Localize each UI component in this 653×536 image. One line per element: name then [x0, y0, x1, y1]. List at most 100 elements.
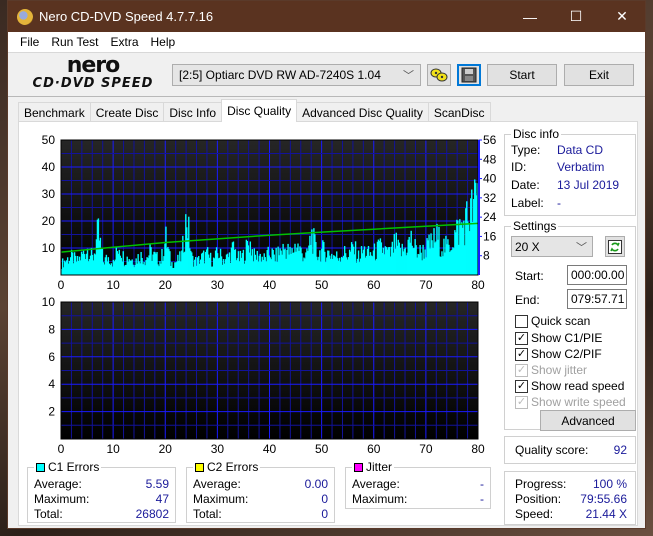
- speed-select[interactable]: 20 X ﹀: [511, 236, 593, 257]
- advanced-button[interactable]: Advanced: [540, 410, 636, 431]
- quality-score-group: Quality score: 92: [504, 436, 636, 464]
- drive-info-button[interactable]: [427, 64, 451, 86]
- logo-nero-text: nero: [66, 53, 121, 78]
- c1-maximum-value: 47: [155, 492, 169, 506]
- close-button[interactable]: ✕: [599, 1, 645, 32]
- jitter-average-row: Average: -: [352, 477, 484, 492]
- save-button[interactable]: [457, 64, 481, 86]
- show-read-speed-checkbox[interactable]: ✓ Show read speed: [515, 379, 624, 393]
- c1-chart: 10 20 30 40 50 0 10 20 30 40 50 60 70 80 8 16 24 32 40 48 56: [27, 130, 507, 290]
- drive-select-value: [2:5] Optiarc DVD RW AD-7240S 1.04: [179, 68, 381, 82]
- logo-cd-dvd-speed-text: CD·DVD SPEED: [32, 76, 154, 91]
- c1-average-row: Average: 5.59: [34, 477, 169, 492]
- x-tick-label: 30: [211, 442, 225, 456]
- start-time-input[interactable]: 000:00.00: [567, 265, 627, 285]
- c2-average-label: Average:: [193, 477, 241, 491]
- floppy-disk-icon: [461, 67, 477, 83]
- x-tick-label: 80: [471, 442, 485, 456]
- c1-total-row: Total: 26802: [34, 507, 169, 522]
- x-tick-label: 10: [106, 278, 120, 290]
- checkbox-label: Show write speed: [531, 395, 626, 409]
- c2-average-value: 0.00: [304, 477, 328, 491]
- speed-select-value: 20 X: [515, 239, 540, 254]
- c2-total-value: 0: [321, 507, 328, 521]
- disc-id-value: Verbatim: [557, 160, 605, 174]
- c1-errors-title: C1 Errors: [34, 460, 102, 474]
- y2-tick-label: 40: [483, 172, 497, 186]
- nero-logo: nero CD·DVD SPEED: [18, 53, 168, 96]
- c1-errors-group: C1 Errors Average: 5.59 Maximum: 47 Total:…: [27, 460, 176, 523]
- x-tick-label: 60: [367, 278, 381, 290]
- end-time-input[interactable]: 079:57.71: [567, 289, 627, 309]
- maximize-button[interactable]: ☐: [553, 1, 599, 32]
- quality-score-value: 92: [613, 443, 627, 457]
- x-tick-label: 10: [106, 442, 120, 456]
- quality-score-label: Quality score:: [515, 443, 589, 457]
- nero-app-icon: [17, 8, 33, 25]
- checkbox-label: Quick scan: [531, 314, 591, 328]
- jitter-average-value: -: [480, 477, 484, 491]
- checkmark-icon: ✓: [515, 395, 528, 409]
- c2-maximum-label: Maximum:: [193, 492, 249, 506]
- menu-extra[interactable]: Extra: [104, 35, 144, 49]
- c1-chart-svg: 10 20 30 40 50 0 10 20 30 40 50 60 70 80 8 16 24 32 40 48 56: [42, 133, 497, 290]
- menu-run-test[interactable]: Run Test: [45, 35, 104, 49]
- tab-scandisc[interactable]: ScanDisc: [427, 102, 491, 122]
- c1-total-value: 26802: [135, 507, 169, 521]
- exit-button[interactable]: Exit: [564, 64, 634, 86]
- chevron-down-icon: ﹀: [576, 241, 587, 254]
- jitter-color-swatch: [354, 463, 363, 473]
- x-tick-label: 20: [159, 442, 173, 456]
- c2-total-row: Total: 0: [193, 507, 328, 522]
- x-tick-label: 70: [419, 278, 433, 290]
- c1-maximum-label: Maximum:: [34, 492, 90, 506]
- app-window: Nero CD-DVD Speed 4.7.7.16 — ☐ ✕ File Ru…: [7, 0, 646, 529]
- drive-select[interactable]: [2:5] Optiarc DVD RW AD-7240S 1.04 ﹀: [172, 64, 421, 86]
- c2-chart: 2 4 6 8 10 0 10 20 30 40 50 60 70 80: [27, 294, 507, 456]
- menu-file[interactable]: File: [14, 35, 45, 49]
- checkbox-label: Show jitter: [531, 363, 588, 377]
- window-title: Nero CD-DVD Speed 4.7.7.16: [39, 9, 214, 24]
- menu-help[interactable]: Help: [145, 35, 182, 49]
- start-button[interactable]: Start: [487, 64, 557, 86]
- y-tick-label: 10: [42, 295, 56, 309]
- jitter-title: Jitter: [352, 460, 395, 474]
- jitter-group: Jitter Average: - Maximum: -: [345, 460, 491, 509]
- jitter-title-text: Jitter: [366, 460, 393, 474]
- y-tick-label: 4: [48, 377, 55, 391]
- show-c2-pif-checkbox[interactable]: ✓ Show C2/PIF: [515, 347, 602, 361]
- y2-tick-label: 56: [483, 133, 497, 147]
- y-tick-label: 10: [42, 241, 56, 255]
- settings-group: Settings 20 X ﹀ Start: 000:00.00 End: 07…: [504, 219, 636, 431]
- disc-label-label: Label:: [511, 196, 544, 210]
- progress-group: Progress: 100 % Position: 79:55.66 Speed…: [504, 471, 636, 525]
- tab-benchmark[interactable]: Benchmark: [18, 102, 91, 122]
- show-c1-pie-checkbox[interactable]: ✓ Show C1/PIE: [515, 331, 602, 345]
- x-tick-label: 40: [263, 442, 277, 456]
- checkmark-icon: ✓: [515, 347, 528, 361]
- disc-date-value: 13 Jul 2019: [557, 178, 620, 192]
- disc-label-value: -: [557, 196, 561, 210]
- y-tick-label: 8: [48, 322, 55, 336]
- y-tick-label: 30: [42, 187, 56, 201]
- position-value: 79:55.66: [580, 492, 627, 506]
- x-tick-label: 80: [471, 278, 485, 290]
- checkmark-icon: ✓: [515, 363, 528, 377]
- jitter-average-label: Average:: [352, 477, 400, 491]
- c2-color-swatch: [195, 463, 204, 473]
- tab-create-disc[interactable]: Create Disc: [89, 102, 165, 122]
- tab-advanced-disc-quality[interactable]: Advanced Disc Quality: [296, 102, 429, 122]
- checkbox-box: [515, 314, 528, 328]
- refresh-speed-button[interactable]: [605, 236, 625, 257]
- start-label: Start:: [515, 269, 544, 283]
- tab-disc-quality[interactable]: Disc Quality: [221, 99, 298, 122]
- y2-tick-label: 8: [483, 249, 490, 263]
- c1-average-value: 5.59: [145, 477, 169, 491]
- disc-type-value: Data CD: [557, 143, 604, 157]
- y-tick-label: 20: [42, 214, 56, 228]
- y-tick-label: 50: [42, 133, 56, 147]
- y2-tick-label: 32: [483, 191, 497, 205]
- tab-disc-info[interactable]: Disc Info: [163, 102, 223, 122]
- quick-scan-checkbox[interactable]: Quick scan: [515, 314, 590, 328]
- minimize-button[interactable]: —: [507, 1, 553, 32]
